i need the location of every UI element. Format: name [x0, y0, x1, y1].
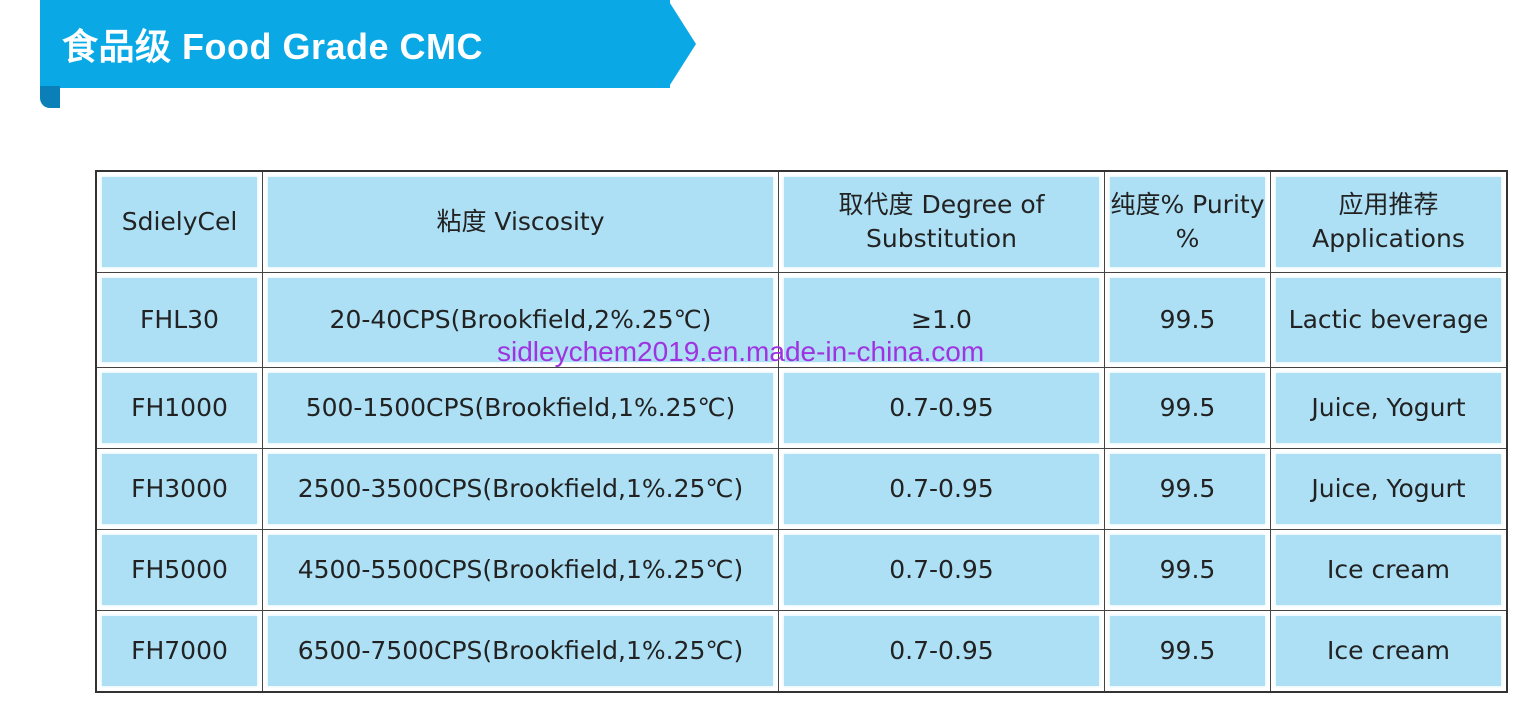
- cell-purity: 99.5: [1110, 278, 1265, 362]
- cell-applications: Lactic beverage: [1276, 278, 1501, 362]
- cell-applications: Juice, Yogurt: [1276, 454, 1501, 524]
- cell-viscosity: 6500-7500CPS(Brookfield,1%.25℃): [268, 616, 773, 686]
- table-row: FH7000 6500-7500CPS(Brookfield,1%.25℃) 0…: [95, 610, 1508, 693]
- cell-purity: 99.5: [1110, 616, 1265, 686]
- header-degree-of-substitution: 取代度 Degree of Substitution: [784, 177, 1099, 267]
- cell-purity: 99.5: [1110, 535, 1265, 605]
- cell-purity: 99.5: [1110, 454, 1265, 524]
- cell-viscosity: 4500-5500CPS(Brookfield,1%.25℃): [268, 535, 773, 605]
- cell-model: FH7000: [102, 616, 257, 686]
- banner-fold: [40, 86, 60, 108]
- header-viscosity: 粘度 Viscosity: [268, 177, 773, 267]
- cell-degree-of-substitution: 0.7-0.95: [784, 535, 1099, 605]
- cell-applications: Ice cream: [1276, 616, 1501, 686]
- header-purity: 纯度% Purity %: [1110, 177, 1265, 267]
- table-row: FH3000 2500-3500CPS(Brookfield,1%.25℃) 0…: [95, 448, 1508, 530]
- cell-model: FHL30: [102, 278, 257, 362]
- table-row: FH5000 4500-5500CPS(Brookfield,1%.25℃) 0…: [95, 529, 1508, 611]
- spec-table: SdielyCel 粘度 Viscosity 取代度 Degree of Sub…: [95, 170, 1508, 693]
- cell-model: FH1000: [102, 373, 257, 443]
- cell-viscosity: 500-1500CPS(Brookfield,1%.25℃): [268, 373, 773, 443]
- watermark-text: sidleychem2019.en.made-in-china.com: [497, 336, 985, 367]
- header-model: SdielyCel: [102, 177, 257, 267]
- cell-model: FH5000: [102, 535, 257, 605]
- table-header-row: SdielyCel 粘度 Viscosity 取代度 Degree of Sub…: [95, 170, 1508, 273]
- cell-applications: Juice, Yogurt: [1276, 373, 1501, 443]
- cell-degree-of-substitution: 0.7-0.95: [784, 454, 1099, 524]
- cell-purity: 99.5: [1110, 373, 1265, 443]
- cell-applications: Ice cream: [1276, 535, 1501, 605]
- cell-degree-of-substitution: 0.7-0.95: [784, 373, 1099, 443]
- cell-viscosity: 2500-3500CPS(Brookfield,1%.25℃): [268, 454, 773, 524]
- header-applications: 应用推荐 Applications: [1276, 177, 1501, 267]
- page-title: 食品级 Food Grade CMC: [62, 26, 483, 67]
- cell-model: FH3000: [102, 454, 257, 524]
- table-row: FH1000 500-1500CPS(Brookfield,1%.25℃) 0.…: [95, 367, 1508, 449]
- cell-degree-of-substitution: 0.7-0.95: [784, 616, 1099, 686]
- banner-arrow-tip: [668, 0, 696, 88]
